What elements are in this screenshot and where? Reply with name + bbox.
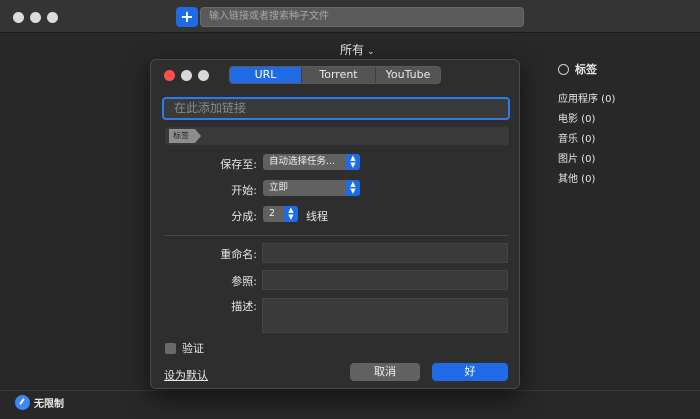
form-separator <box>165 235 509 236</box>
tag-item-pictures[interactable]: 图片 (0) <box>558 150 688 170</box>
tab-youtube[interactable]: YouTube <box>376 67 440 83</box>
stepper-arrows-icon[interactable]: ▲ ▼ <box>284 206 298 222</box>
add-download-button[interactable]: + <box>176 7 198 27</box>
status-divider <box>0 390 700 391</box>
dialog-zoom-button[interactable] <box>198 70 209 81</box>
verify-label: 验证 <box>182 342 204 355</box>
category-filter-dropdown[interactable]: 所有 ⌄ <box>340 41 375 58</box>
speedometer-icon <box>15 395 30 410</box>
tab-torrent[interactable]: Torrent <box>302 67 376 83</box>
tab-url[interactable]: URL <box>230 67 302 83</box>
source-segmented-control: URL Torrent YouTube <box>229 66 441 84</box>
tag-item-movies[interactable]: 电影 (0) <box>558 110 688 130</box>
window-close-button[interactable] <box>13 12 24 23</box>
save-to-popup[interactable]: 自动选择任务... ▲ ▼ <box>263 154 360 170</box>
description-textarea[interactable] <box>262 298 508 333</box>
set-default-link[interactable]: 设为默认 <box>164 367 208 383</box>
tag-chip[interactable]: 标签 <box>169 129 201 143</box>
threads-label: 线程 <box>306 210 328 223</box>
speed-limit-label: 无限制 <box>34 399 64 410</box>
cancel-button[interactable]: 取消 <box>350 363 420 381</box>
up-down-arrows-icon: ▲ ▼ <box>346 180 360 196</box>
tag-item-apps[interactable]: 应用程序 (0) <box>558 90 688 110</box>
save-to-value: 自动选择任务... <box>269 156 336 167</box>
dialog-minimize-button[interactable] <box>181 70 192 81</box>
tags-title: 标签 <box>575 63 597 76</box>
category-filter-label: 所有 <box>340 43 365 57</box>
referer-input[interactable] <box>262 270 508 290</box>
ok-button[interactable]: 好 <box>432 363 508 381</box>
save-to-label: 保存至: <box>220 158 257 171</box>
checkbox-icon <box>165 342 176 354</box>
up-down-arrows-icon: ▲ ▼ <box>346 154 360 170</box>
tag-item-other[interactable]: 其他 (0) <box>558 170 688 190</box>
split-stepper[interactable]: 2 ▲ ▼ <box>263 206 298 222</box>
start-popup[interactable]: 立即 ▲ ▼ <box>263 180 360 196</box>
radio-icon <box>558 63 569 75</box>
tags-panel: 标签 应用程序 (0) 电影 (0) 音乐 (0) 图片 (0) 其他 (0) <box>558 62 688 190</box>
window-zoom-button[interactable] <box>47 12 58 23</box>
link-search-input[interactable]: 输入链接或者搜索种子文件 <box>200 7 524 27</box>
rename-input[interactable] <box>262 243 508 263</box>
tag-item-music[interactable]: 音乐 (0) <box>558 130 688 150</box>
split-label: 分成: <box>231 210 257 223</box>
verify-checkbox[interactable]: 验证 <box>165 340 204 356</box>
title-bar: + 输入链接或者搜索种子文件 <box>0 0 700 33</box>
url-input[interactable]: 在此添加链接 <box>162 97 510 120</box>
speed-limit-button[interactable]: 无限制 <box>15 395 64 410</box>
start-value: 立即 <box>269 182 289 193</box>
tags-header[interactable]: 标签 <box>558 62 688 76</box>
split-value: 2 <box>269 208 276 219</box>
dialog-close-button[interactable] <box>164 70 175 81</box>
start-label: 开始: <box>231 184 257 197</box>
rename-label: 重命名: <box>220 248 257 261</box>
referer-label: 参照: <box>231 275 257 288</box>
window-minimize-button[interactable] <box>30 12 41 23</box>
description-label: 描述: <box>231 300 257 313</box>
chevron-down-icon: ⌄ <box>367 47 375 57</box>
tag-field[interactable]: 标签 <box>165 127 509 145</box>
add-download-dialog: URL Torrent YouTube 在此添加链接 标签 保存至: 自动选择任… <box>150 59 520 389</box>
